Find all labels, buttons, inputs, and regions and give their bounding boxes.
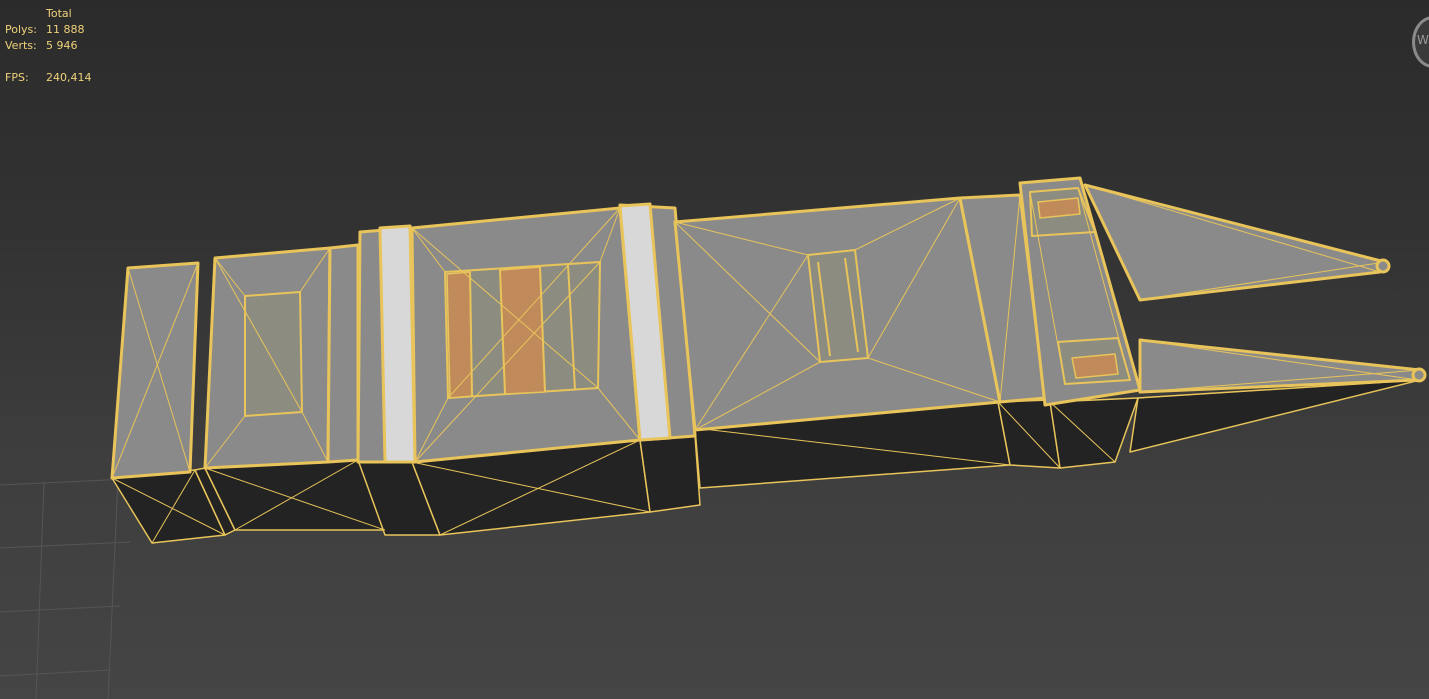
3d-viewport[interactable]: Total Polys: 11 888 Verts: 5 946 FPS: 24… [0,0,1429,699]
polys-label: Polys: [5,23,37,36]
prong-tips [1375,258,1427,383]
viewport-scene[interactable] [0,0,1429,699]
verts-value: 5 946 [46,39,78,52]
home-grid [0,477,151,699]
stats-header: Total [46,7,72,20]
viewcube-west-glyph: W [1417,33,1429,47]
fps-value: 240,414 [46,71,92,84]
polys-value: 11 888 [46,23,85,36]
selected-mesh[interactable] [110,176,1427,544]
fps-label: FPS: [5,71,29,84]
verts-label: Verts: [5,39,37,52]
